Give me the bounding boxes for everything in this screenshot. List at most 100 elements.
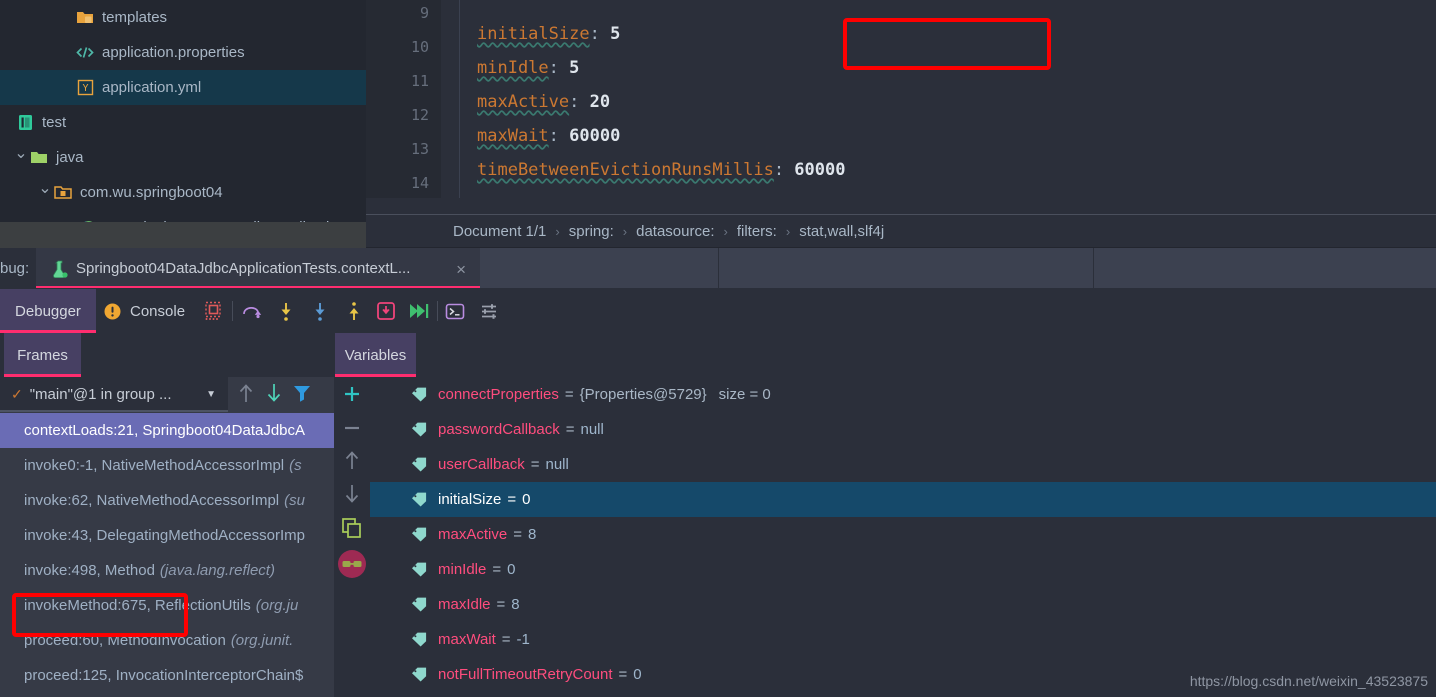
variable-equals: = xyxy=(513,526,522,543)
call-stack-frame[interactable]: contextLoads:21, Springboot04DataJdbcA xyxy=(0,413,334,448)
variable-row[interactable]: userCallback = null xyxy=(370,447,1436,482)
force-step-into-icon[interactable] xyxy=(307,289,333,333)
tab-debugger-label: Debugger xyxy=(15,302,81,320)
tab-debugger[interactable]: Debugger xyxy=(0,289,96,333)
code-line[interactable]: timeBetweenEvictionRunsMillis: 60000 xyxy=(477,160,845,180)
code-line[interactable]: maxActive: 20 xyxy=(477,92,610,112)
breadcrumb-item[interactable]: Document 1/1 xyxy=(453,223,546,240)
copy-icon[interactable] xyxy=(334,513,370,543)
tree-item[interactable]: ⌄ java xyxy=(0,140,366,175)
call-stack-frame[interactable]: intercept:132, TimeoutExtension(org.juni xyxy=(0,693,334,697)
yaml-key: timeBetweenEvictionRunsMillis xyxy=(477,160,774,180)
variables-panel[interactable]: connectProperties = {Properties@5729} size … xyxy=(370,377,1436,697)
call-stack-frame[interactable]: invoke0:-1, NativeMethodAccessorImpl (s xyxy=(0,448,334,483)
chevron-down-icon[interactable]: ▼ xyxy=(206,389,216,400)
thread-selector-label: "main"@1 in group ... xyxy=(29,385,172,403)
step-into-icon[interactable] xyxy=(273,289,299,333)
mute-breakpoints-icon[interactable] xyxy=(198,289,228,333)
code-text-area[interactable]: initialSize: 5 minIdle: 5 maxActive: 20 max… xyxy=(459,0,1436,215)
arrow-up-icon[interactable] xyxy=(334,445,370,475)
arrow-up-icon[interactable] xyxy=(236,381,256,410)
remove-icon[interactable] xyxy=(334,413,370,443)
arrow-down-icon[interactable] xyxy=(264,381,284,410)
call-stack-frame[interactable]: invoke:43, DelegatingMethodAccessorImp xyxy=(0,518,334,553)
settings-icon[interactable] xyxy=(476,289,502,333)
step-out-icon[interactable] xyxy=(341,289,367,333)
evaluate-expression-icon[interactable] xyxy=(442,289,468,333)
run-configuration-tab[interactable]: Springboot04DataJdbcApplicationTests.con… xyxy=(36,248,480,289)
project-tree[interactable]: templates application.properties Yapplicat… xyxy=(0,0,366,222)
frame-method: invokeMethod:675, ReflectionUtils xyxy=(24,597,251,614)
variable-name: connectProperties xyxy=(438,386,559,403)
frame-method: proceed:60, MethodInvocation xyxy=(24,632,226,649)
glasses-icon[interactable] xyxy=(334,549,370,579)
yaml-separator: : xyxy=(589,24,611,44)
run-configuration-tab-label: Springboot04DataJdbcApplicationTests.con… xyxy=(76,260,411,277)
step-over-icon[interactable] xyxy=(239,289,265,333)
frame-method: invoke:498, Method xyxy=(24,562,155,579)
variable-row[interactable]: maxActive = 8 xyxy=(370,517,1436,552)
drop-frame-icon[interactable] xyxy=(373,289,399,333)
breadcrumb-item[interactable]: spring: xyxy=(569,223,614,240)
call-stack-frame[interactable]: invoke:498, Method (java.lang.reflect) xyxy=(0,553,334,588)
call-stack-list[interactable]: contextLoads:21, Springboot04DataJdbcA in… xyxy=(0,413,334,697)
chevron-down-icon[interactable]: ⌄ xyxy=(14,145,28,162)
yaml-key: maxWait xyxy=(477,126,549,146)
variable-row[interactable]: maxWait = -1 xyxy=(370,622,1436,657)
toolbar-divider xyxy=(437,301,438,321)
tab-console[interactable]: Console xyxy=(104,289,185,333)
add-icon[interactable] xyxy=(334,379,370,409)
yaml-separator: : xyxy=(569,92,590,112)
variable-row[interactable]: passwordCallback = null xyxy=(370,412,1436,447)
thread-selector[interactable]: ✓ "main"@1 in group ... ▼ xyxy=(0,377,228,411)
filter-icon[interactable] xyxy=(292,383,312,408)
ide-window: templates application.properties Yapplicat… xyxy=(0,0,1436,697)
tab-variables-label: Variables xyxy=(344,346,407,364)
variable-value: null xyxy=(580,421,604,438)
code-line[interactable]: initialSize: 5 xyxy=(477,24,620,44)
variable-tag-icon xyxy=(411,597,428,612)
frame-package: (org.junit. xyxy=(230,632,294,649)
call-stack-frame[interactable]: proceed:125, InvocationInterceptorChain$ xyxy=(0,658,334,693)
tree-item[interactable]: test xyxy=(0,105,366,140)
variable-value: 0 xyxy=(633,666,642,683)
run-to-cursor-icon[interactable] xyxy=(406,289,432,333)
variable-row[interactable]: connectProperties = {Properties@5729} size … xyxy=(370,377,1436,412)
tree-item[interactable]: application.properties xyxy=(0,35,366,70)
tree-item[interactable]: ⌄ com.wu.springboot04 xyxy=(0,175,366,210)
debug-tool-window: bug: Springboot04DataJdbcApplicationTest… xyxy=(0,248,1436,697)
arrow-down-icon[interactable] xyxy=(334,479,370,509)
fold-rail[interactable] xyxy=(441,0,459,215)
breadcrumb[interactable]: Document 1/1 › spring: › datasource: › filters… xyxy=(366,215,1436,248)
frame-method: contextLoads:21, Springboot04DataJdbcA xyxy=(24,422,306,439)
breadcrumb-item[interactable]: filters: xyxy=(737,223,777,240)
breadcrumb-item[interactable]: datasource: xyxy=(636,223,714,240)
code-line[interactable]: minIdle: 5 xyxy=(477,58,579,78)
frame-package: (java.lang.reflect) xyxy=(159,562,275,579)
tree-item[interactable]: templates xyxy=(0,0,366,35)
code-line[interactable]: maxWait: 60000 xyxy=(477,126,620,146)
close-icon[interactable]: × xyxy=(456,260,466,280)
code-editor[interactable]: 9101112131415 initialSize: 5minIdle: 5ma… xyxy=(366,0,1436,410)
tree-item[interactable]: Springboot04DataJdbcApplicationTe xyxy=(0,210,366,222)
tab-variables[interactable]: Variables xyxy=(335,333,416,377)
call-stack-frame[interactable]: invokeMethod:675, ReflectionUtils (org.ju xyxy=(0,588,334,623)
tab-frames[interactable]: Frames xyxy=(4,333,81,377)
variable-tag-icon xyxy=(411,527,428,542)
variable-value: -1 xyxy=(516,631,530,648)
chevron-down-icon[interactable]: ⌄ xyxy=(38,180,52,197)
variable-row[interactable]: minIdle = 0 xyxy=(370,552,1436,587)
yaml-separator: : xyxy=(548,58,570,78)
breadcrumb-item[interactable]: stat,wall,slf4j xyxy=(799,223,884,240)
variable-row[interactable]: maxIdle = 8 xyxy=(370,587,1436,622)
call-stack-frame[interactable]: proceed:60, MethodInvocation (org.junit. xyxy=(0,623,334,658)
editor-hscroll-track[interactable] xyxy=(366,198,1436,410)
yaml-value: 20 xyxy=(589,92,611,112)
breadcrumb-separator: › xyxy=(723,224,728,239)
yaml-separator: : xyxy=(773,160,795,180)
tree-item[interactable]: Yapplication.yml xyxy=(0,70,366,105)
frames-toolbar xyxy=(228,377,334,411)
variable-row[interactable]: initialSize = 0 xyxy=(370,482,1436,517)
call-stack-frame[interactable]: invoke:62, NativeMethodAccessorImpl (su xyxy=(0,483,334,518)
tab-frames-label: Frames xyxy=(17,346,68,364)
